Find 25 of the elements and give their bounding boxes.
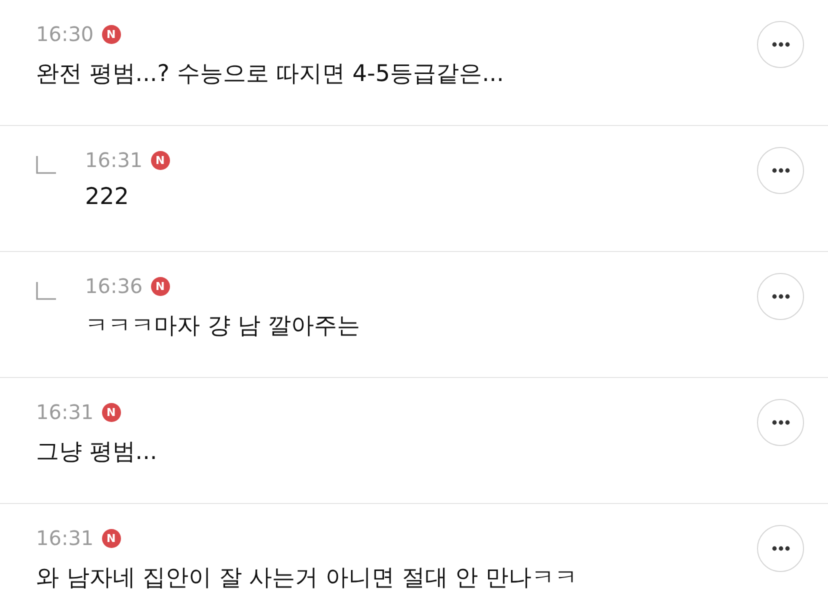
new-badge: N [102,24,121,44]
new-badge: N [102,402,121,422]
more-icon [772,168,790,173]
more-button[interactable] [757,21,804,68]
new-badge: N [150,276,170,296]
comment-time: 16:31 [36,400,94,424]
comment-text: ㅋㅋㅋ마자 걍 남 깔아주는 [85,312,361,341]
comment-time: 16:31 [85,148,143,172]
comment-time: 16:30 [36,22,94,46]
more-button[interactable] [757,399,804,446]
comment-text: 완전 평범...? 수능으로 따지면 4-5등급같은... [36,60,505,89]
more-icon [772,420,790,425]
more-button[interactable] [757,147,804,194]
new-badge: N [150,150,170,170]
more-icon [772,546,790,551]
comment-text: 그냥 평범... [36,438,158,467]
comment-text: 와 남자네 집안이 잘 사는거 아니면 절대 안 만나ㅋㅋ [36,564,578,593]
new-badge: N [102,528,121,548]
comment-time: 16:36 [85,274,143,298]
more-icon [772,42,790,47]
more-button[interactable] [757,525,804,572]
more-icon [772,294,790,299]
more-button[interactable] [757,273,804,320]
comment-text: 222 [85,184,130,210]
comment-time: 16:31 [36,526,94,550]
